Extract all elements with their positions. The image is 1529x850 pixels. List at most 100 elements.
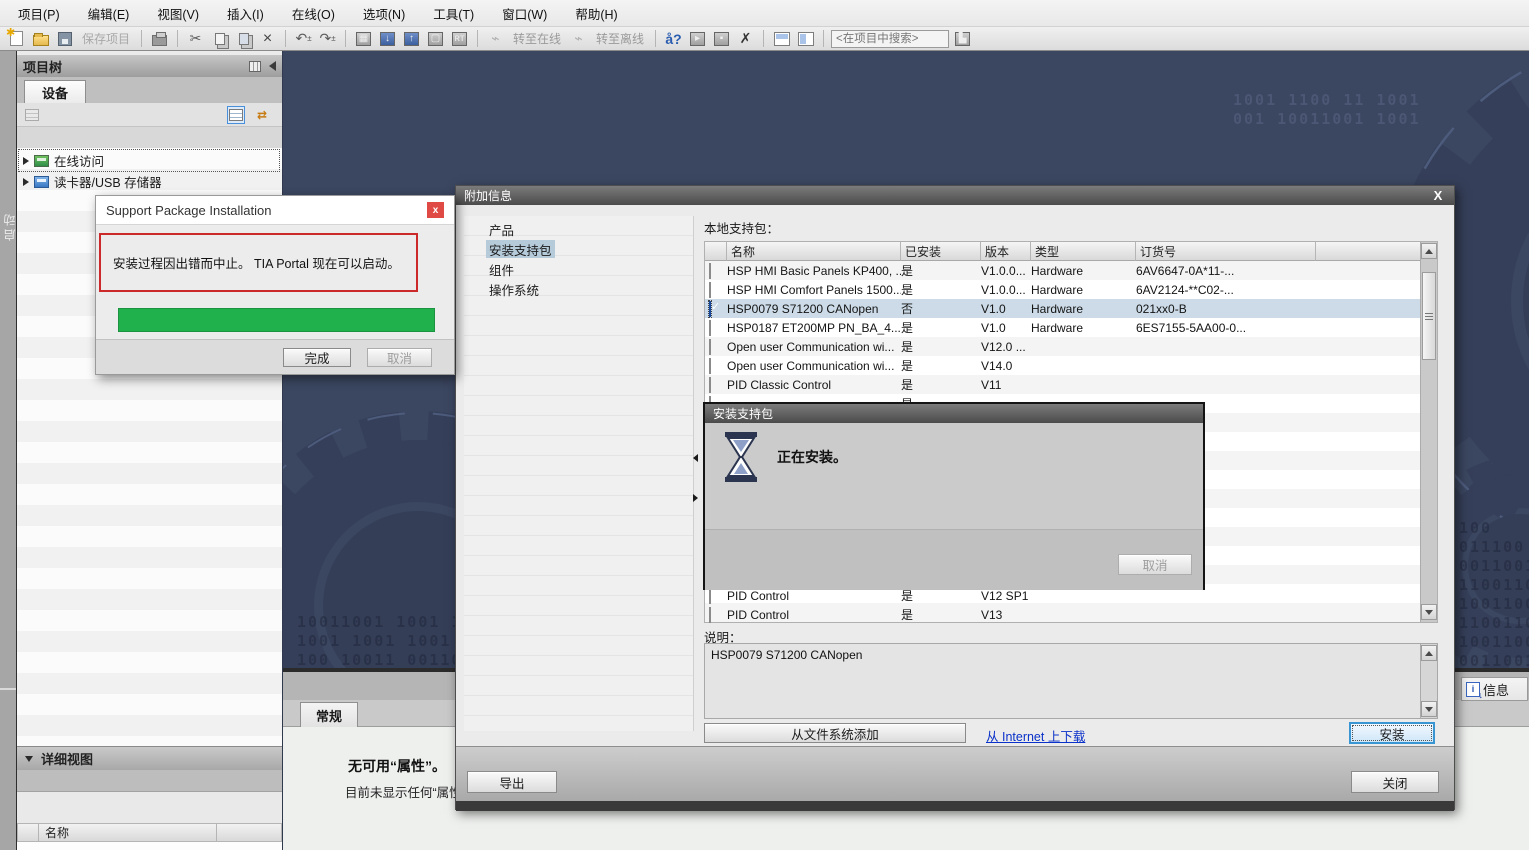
start-simulation-icon[interactable]: ▢ [425, 29, 446, 48]
menu-edit[interactable]: 编辑(E) [74, 0, 144, 27]
package-checkbox[interactable] [709, 263, 711, 279]
accessible-devices-icon[interactable]: å? [663, 29, 684, 48]
paste-icon[interactable] [233, 29, 254, 48]
expand-arrow-icon[interactable] [23, 178, 29, 186]
info-tab-button[interactable]: i 信息 [1461, 677, 1528, 701]
table-row[interactable]: PID Control是 V13 [705, 605, 1421, 624]
cross-references-icon[interactable]: ✗ [735, 29, 756, 48]
table-row[interactable]: PID Classic Control是 V11 [705, 375, 1421, 394]
portal-side-strip: 启动 [0, 51, 17, 850]
details-view-toggle-icon[interactable] [227, 106, 245, 124]
package-checkbox[interactable] [709, 607, 711, 623]
menu-view[interactable]: 视图(V) [143, 0, 213, 27]
side-strip-label[interactable]: 启动 [1, 211, 18, 241]
close-icon[interactable]: x [427, 202, 444, 218]
scroll-up-icon[interactable] [1421, 243, 1437, 259]
nav-components[interactable]: 组件 [486, 260, 517, 278]
nav-products[interactable]: 产品 [486, 220, 517, 238]
table-row[interactable]: HSP HMI Basic Panels KP400, ...是 V1.0.0.… [705, 261, 1421, 280]
close-button[interactable]: 关闭 [1351, 771, 1439, 793]
detect-hardware-icon[interactable]: ▙ [952, 29, 973, 48]
scroll-thumb[interactable] [1422, 272, 1436, 360]
package-checkbox[interactable] [709, 282, 711, 298]
installed-column-header[interactable]: 已安装 [901, 242, 981, 261]
finish-button[interactable]: 完成 [283, 348, 351, 367]
project-search-input[interactable] [831, 30, 949, 48]
menu-tools[interactable]: 工具(T) [419, 0, 488, 27]
detail-name-column[interactable]: 名称 [39, 823, 217, 842]
table-row[interactable]: HSP0187 ET200MP PN_BA_4....是 V1.0Hardwar… [705, 318, 1421, 337]
cancel-button[interactable]: 取消 [367, 348, 432, 367]
nav-install-support-packages[interactable]: 安装支持包 [486, 240, 555, 258]
open-project-icon[interactable] [30, 29, 51, 48]
table-row-selected[interactable]: HSP0079 S71200 CANopen否 V1.0Hardware 021… [705, 299, 1421, 318]
go-offline-label[interactable]: 转至离线 [596, 30, 644, 47]
scroll-down-icon[interactable] [1421, 701, 1437, 717]
table-row[interactable]: Open user Communication wi...是 V14.0 [705, 356, 1421, 375]
package-checkbox-checked[interactable] [709, 301, 711, 317]
package-checkbox[interactable] [709, 339, 711, 355]
nav-operating-system[interactable]: 操作系统 [486, 280, 542, 298]
export-button[interactable]: 导出 [467, 771, 557, 793]
expand-arrow-icon[interactable] [23, 157, 29, 165]
order-column-header[interactable]: 订货号 [1136, 242, 1316, 261]
download-from-internet-link[interactable]: 从 Internet 上下载 [986, 726, 1085, 745]
scroll-up-icon[interactable] [1421, 645, 1437, 661]
table-row[interactable]: HSP HMI Comfort Panels 1500...是 V1.0.0..… [705, 280, 1421, 299]
table-scrollbar[interactable] [1420, 242, 1437, 622]
tab-devices[interactable]: 设备 [24, 80, 86, 103]
menu-options[interactable]: 选项(N) [349, 0, 419, 27]
sort-icon[interactable] [23, 106, 41, 124]
device-config-icon[interactable]: ▦ [353, 29, 374, 48]
new-project-icon[interactable]: ✱ [6, 29, 27, 48]
type-column-header[interactable]: 类型 [1031, 242, 1136, 261]
save-project-icon[interactable] [54, 29, 75, 48]
split-vertical-icon[interactable] [795, 29, 816, 48]
package-checkbox[interactable] [709, 377, 711, 393]
menu-project[interactable]: 项目(P) [4, 0, 74, 27]
close-icon[interactable]: X [1430, 188, 1446, 203]
menu-help[interactable]: 帮助(H) [561, 0, 631, 27]
menu-online[interactable]: 在线(O) [278, 0, 349, 27]
menu-window[interactable]: 窗口(W) [488, 0, 561, 27]
progress-dialog-title: 安装支持包 [713, 405, 773, 422]
detail-view-header[interactable]: 详细视图 [17, 746, 282, 770]
package-checkbox[interactable] [709, 358, 711, 374]
runtime-icon[interactable]: ʀᴛ [449, 29, 470, 48]
go-online-plug-icon[interactable]: ⌁ [485, 29, 506, 48]
menu-insert[interactable]: 插入(I) [213, 0, 278, 27]
collapse-panel-icon[interactable] [269, 61, 276, 71]
undo-icon[interactable]: ↶± [293, 29, 314, 48]
tree-item-card-reader[interactable]: 读卡器/USB 存储器 [19, 171, 279, 192]
cancel-button[interactable]: 取消 [1118, 554, 1192, 575]
print-icon[interactable] [149, 29, 170, 48]
columns-icon[interactable] [249, 61, 261, 72]
name-column-header[interactable]: 名称 [727, 242, 901, 261]
stop-cpu-icon[interactable]: ▪ [711, 29, 732, 48]
version-column-header[interactable]: 版本 [981, 242, 1031, 261]
redo-icon[interactable]: ↷± [317, 29, 338, 48]
pane-splitter-expand[interactable] [690, 494, 700, 502]
cut-icon[interactable]: ✂ [185, 29, 206, 48]
binary-decoration: 100 011100 0011001 11001100 10011001 110… [1459, 519, 1529, 668]
delete-icon[interactable]: × [257, 29, 278, 48]
no-properties-text: 目前未显示任何“属性 [345, 782, 462, 801]
download-to-device-icon[interactable]: ↓ [377, 29, 398, 48]
go-online-label[interactable]: 转至在线 [513, 30, 561, 47]
tree-item-online-access[interactable]: 在线访问 [19, 150, 279, 171]
description-scrollbar[interactable] [1420, 644, 1437, 718]
scroll-down-icon[interactable] [1421, 604, 1437, 620]
sync-icon[interactable]: ⇄ [253, 106, 271, 124]
start-cpu-icon[interactable]: ▸ [687, 29, 708, 48]
table-row[interactable]: Open user Communication wi...是 V12.0 ... [705, 337, 1421, 356]
package-checkbox[interactable] [709, 320, 711, 336]
install-button[interactable]: 安装 [1349, 722, 1435, 744]
go-offline-plug-icon[interactable]: ⌁ [568, 29, 589, 48]
copy-icon[interactable] [209, 29, 230, 48]
pane-splitter-collapse[interactable] [690, 454, 700, 462]
tab-general[interactable]: 常规 [300, 702, 358, 727]
split-horizontal-icon[interactable] [771, 29, 792, 48]
checkbox-column-header[interactable] [705, 242, 727, 261]
upload-from-device-icon[interactable]: ↑ [401, 29, 422, 48]
add-from-filesystem-button[interactable]: 从文件系统添加 [704, 723, 966, 743]
